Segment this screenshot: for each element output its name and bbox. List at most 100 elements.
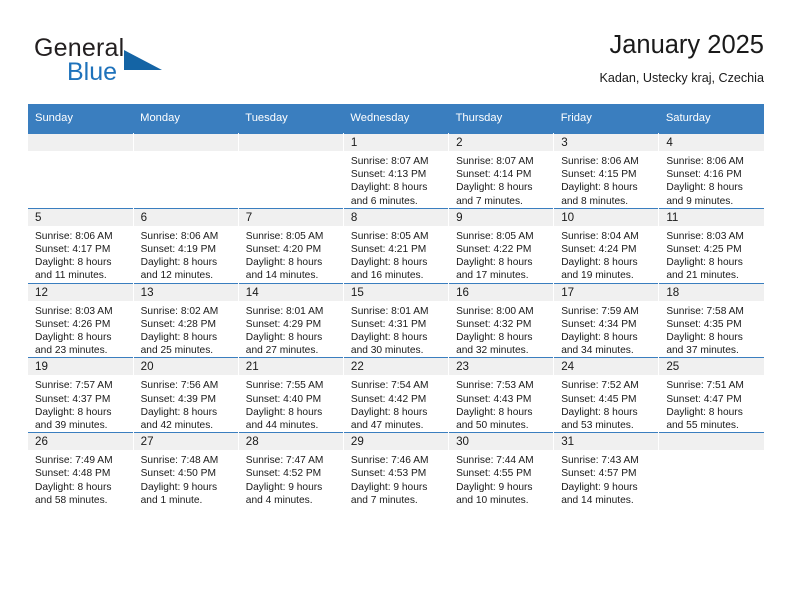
daylight-text-line2: and 7 minutes.	[456, 195, 523, 207]
sunrise-text: Sunrise: 7:57 AM	[35, 380, 113, 392]
day-details: Sunrise: 7:53 AM Sunset: 4:43 PM Daylight:…	[449, 375, 553, 432]
sunrise-text: Sunrise: 8:06 AM	[140, 230, 219, 242]
daylight-text-line2: and 14 minutes.	[561, 494, 634, 506]
day-details: Sunrise: 7:43 AM Sunset: 4:57 PM Daylight:…	[554, 450, 658, 507]
calendar-table: Sunday Monday Tuesday Wednesday Thursday…	[28, 104, 764, 508]
day-number: 3	[554, 134, 659, 151]
calendar-day-cell[interactable]: 19 Sunrise: 7:57 AM Sunset: 4:37 PM Dayligh…	[28, 357, 134, 433]
calendar-day-cell[interactable]: 29 Sunrise: 7:46 AM Sunset: 4:53 PM Dayligh…	[343, 432, 450, 508]
day-details: Sunrise: 8:06 AM Sunset: 4:17 PM Daylight:…	[28, 226, 133, 283]
calendar-day-cell[interactable]: 7 Sunrise: 8:05 AM Sunset: 4:20 PM Daylight…	[238, 207, 344, 284]
calendar-day-cell-empty	[658, 432, 764, 508]
weekday-header-wednesday: Wednesday	[343, 104, 449, 134]
day-number	[28, 134, 133, 151]
sunrise-text: Sunrise: 8:04 AM	[561, 230, 639, 242]
calendar-day-cell[interactable]: 21 Sunrise: 7:55 AM Sunset: 4:40 PM Dayligh…	[238, 357, 344, 433]
day-details: Sunrise: 8:07 AM Sunset: 4:14 PM Daylight:…	[449, 151, 553, 208]
daylight-text-line2: and 34 minutes.	[561, 345, 634, 357]
daylight-text-line1: Daylight: 8 hours	[456, 182, 533, 194]
day-number: 23	[449, 358, 554, 376]
day-number: 5	[28, 208, 133, 226]
calendar-day-cell[interactable]: 23 Sunrise: 7:53 AM Sunset: 4:43 PM Dayligh…	[448, 357, 555, 433]
calendar-day-cell[interactable]: 28 Sunrise: 7:47 AM Sunset: 4:52 PM Dayligh…	[238, 432, 344, 508]
sunset-text: Sunset: 4:48 PM	[35, 468, 111, 480]
weekday-header-thursday: Thursday	[448, 104, 554, 134]
day-number: 15	[343, 283, 449, 301]
daylight-text-line2: and 42 minutes.	[140, 420, 214, 432]
brand-logo[interactable]: General Blue	[34, 34, 264, 94]
day-number: 4	[659, 134, 764, 151]
daylight-text-line1: Daylight: 9 hours	[140, 481, 218, 493]
sunset-text: Sunset: 4:37 PM	[35, 393, 111, 405]
sunset-text: Sunset: 4:50 PM	[140, 468, 216, 480]
day-number: 20	[133, 358, 238, 376]
daylight-text-line2: and 10 minutes.	[456, 494, 529, 506]
sunset-text: Sunset: 4:17 PM	[35, 244, 111, 256]
calendar-day-cell[interactable]: 30 Sunrise: 7:44 AM Sunset: 4:55 PM Dayligh…	[448, 432, 555, 508]
calendar-body: 1 Sunrise: 8:07 AM Sunset: 4:13 PM Daylight…	[28, 133, 764, 508]
calendar-day-cell[interactable]: 3 Sunrise: 8:06 AM Sunset: 4:15 PM Daylight…	[553, 133, 660, 209]
calendar-day-cell[interactable]: 2 Sunrise: 8:07 AM Sunset: 4:14 PM Daylight…	[448, 133, 555, 209]
sunrise-text: Sunrise: 8:02 AM	[140, 305, 219, 317]
calendar-day-cell[interactable]: 13 Sunrise: 8:02 AM Sunset: 4:28 PM Dayligh…	[133, 282, 239, 358]
calendar-day-cell[interactable]: 20 Sunrise: 7:56 AM Sunset: 4:39 PM Dayligh…	[133, 357, 239, 433]
daylight-text-line2: and 23 minutes.	[35, 345, 108, 357]
daylight-text-line1: Daylight: 9 hours	[245, 481, 323, 493]
calendar-day-cell[interactable]: 8 Sunrise: 8:05 AM Sunset: 4:21 PM Daylight…	[343, 207, 450, 284]
daylight-text-line1: Daylight: 8 hours	[666, 332, 743, 344]
day-number: 25	[659, 358, 764, 376]
daylight-text-line2: and 11 minutes.	[35, 270, 107, 282]
weekday-header-saturday: Saturday	[658, 104, 764, 134]
sunset-text: Sunset: 4:13 PM	[350, 169, 427, 181]
daylight-text-line1: Daylight: 8 hours	[245, 406, 323, 418]
calendar-day-cell[interactable]: 12 Sunrise: 8:03 AM Sunset: 4:26 PM Dayligh…	[28, 282, 134, 358]
calendar-week-row: 5 Sunrise: 8:06 AM Sunset: 4:17 PM Daylight…	[28, 207, 764, 284]
daylight-text-line1: Daylight: 8 hours	[140, 406, 218, 418]
sunset-text: Sunset: 4:45 PM	[561, 393, 637, 405]
calendar-day-cell[interactable]: 4 Sunrise: 8:06 AM Sunset: 4:16 PM Daylight…	[658, 133, 764, 209]
calendar-day-cell[interactable]: 1 Sunrise: 8:07 AM Sunset: 4:13 PM Daylight…	[343, 133, 450, 209]
day-details: Sunrise: 8:04 AM Sunset: 4:24 PM Daylight:…	[554, 226, 658, 283]
calendar-day-cell[interactable]: 17 Sunrise: 7:59 AM Sunset: 4:34 PM Dayligh…	[553, 282, 660, 358]
sunset-text: Sunset: 4:14 PM	[456, 169, 532, 181]
calendar-day-cell[interactable]: 18 Sunrise: 7:58 AM Sunset: 4:35 PM Dayligh…	[658, 282, 764, 358]
calendar-day-cell[interactable]: 9 Sunrise: 8:05 AM Sunset: 4:22 PM Daylight…	[448, 207, 555, 284]
calendar-day-cell[interactable]: 6 Sunrise: 8:06 AM Sunset: 4:19 PM Daylight…	[133, 207, 239, 284]
calendar-day-cell[interactable]: 25 Sunrise: 7:51 AM Sunset: 4:47 PM Dayligh…	[658, 357, 764, 433]
sunset-text: Sunset: 4:35 PM	[666, 318, 742, 330]
calendar-day-cell[interactable]: 10 Sunrise: 8:04 AM Sunset: 4:24 PM Dayligh…	[553, 207, 660, 284]
day-details: Sunrise: 8:05 AM Sunset: 4:21 PM Daylight:…	[344, 226, 448, 283]
calendar-day-cell[interactable]: 24 Sunrise: 7:52 AM Sunset: 4:45 PM Dayligh…	[553, 357, 660, 433]
calendar-week-row: 26 Sunrise: 7:49 AM Sunset: 4:48 PM Dayligh…	[28, 432, 764, 508]
calendar-day-cell-empty	[28, 133, 134, 209]
calendar-page: General Blue January 2025 Kadan, Ustecky…	[0, 0, 792, 612]
day-details: Sunrise: 7:58 AM Sunset: 4:35 PM Daylight:…	[659, 301, 764, 358]
day-number: 24	[554, 358, 659, 376]
calendar-day-cell[interactable]: 5 Sunrise: 8:06 AM Sunset: 4:17 PM Daylight…	[28, 207, 134, 284]
day-number: 6	[133, 208, 238, 226]
day-number: 22	[343, 358, 449, 376]
day-details: Sunrise: 7:54 AM Sunset: 4:42 PM Daylight:…	[344, 375, 448, 432]
page-header: General Blue January 2025 Kadan, Ustecky…	[28, 28, 764, 100]
calendar-day-cell[interactable]: 26 Sunrise: 7:49 AM Sunset: 4:48 PM Dayligh…	[28, 432, 134, 508]
calendar-week-row: 19 Sunrise: 7:57 AM Sunset: 4:37 PM Dayligh…	[28, 357, 764, 433]
day-details: Sunrise: 8:02 AM Sunset: 4:28 PM Daylight:…	[134, 301, 238, 358]
day-number: 27	[133, 433, 238, 451]
day-number: 10	[554, 208, 659, 226]
sunset-text: Sunset: 4:57 PM	[561, 468, 637, 480]
calendar-day-cell[interactable]: 27 Sunrise: 7:48 AM Sunset: 4:50 PM Dayligh…	[133, 432, 239, 508]
daylight-text-line2: and 16 minutes.	[350, 270, 424, 282]
daylight-text-line1: Daylight: 8 hours	[666, 406, 743, 418]
calendar-day-cell[interactable]: 16 Sunrise: 8:00 AM Sunset: 4:32 PM Dayligh…	[448, 282, 555, 358]
calendar-day-cell[interactable]: 11 Sunrise: 8:03 AM Sunset: 4:25 PM Dayligh…	[658, 207, 764, 284]
day-number: 14	[238, 283, 343, 301]
calendar-day-cell[interactable]: 22 Sunrise: 7:54 AM Sunset: 4:42 PM Dayligh…	[343, 357, 450, 433]
calendar-day-cell[interactable]: 31 Sunrise: 7:43 AM Sunset: 4:57 PM Dayligh…	[553, 432, 660, 508]
page-title: January 2025	[609, 31, 764, 59]
sunrise-text: Sunrise: 8:05 AM	[350, 230, 429, 242]
title-block: January 2025 Kadan, Ustecky kraj, Czechi…	[600, 28, 765, 88]
calendar-day-cell[interactable]: 14 Sunrise: 8:01 AM Sunset: 4:29 PM Dayligh…	[238, 282, 344, 358]
sunset-text: Sunset: 4:55 PM	[456, 468, 532, 480]
daylight-text-line1: Daylight: 9 hours	[350, 481, 428, 493]
calendar-day-cell[interactable]: 15 Sunrise: 8:01 AM Sunset: 4:31 PM Dayligh…	[343, 282, 450, 358]
